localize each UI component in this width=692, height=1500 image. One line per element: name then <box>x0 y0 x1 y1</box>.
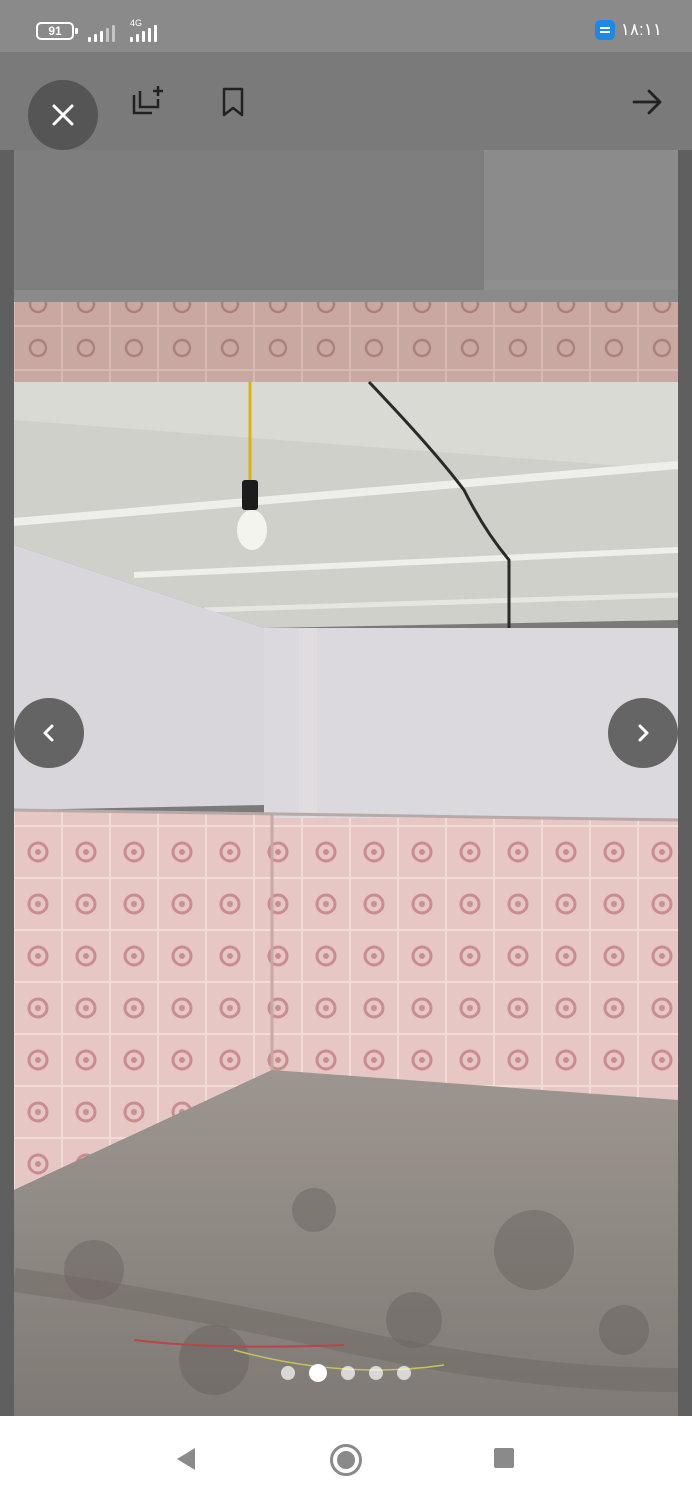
notification-app-icon <box>594 20 615 40</box>
room-photo-illustration <box>14 150 678 1416</box>
pagination-dot[interactable] <box>341 1366 355 1380</box>
pagination-dot[interactable] <box>397 1366 411 1380</box>
battery-indicator: 91 <box>36 22 78 40</box>
pagination-dot[interactable] <box>369 1366 383 1380</box>
chevron-right-icon <box>638 724 649 742</box>
previous-image-button[interactable] <box>14 698 84 768</box>
add-to-list-icon[interactable] <box>130 85 164 119</box>
gallery-left-edge <box>0 150 14 1416</box>
status-bar: 91 4G ۱۸:۱۱ <box>0 0 692 52</box>
arrow-right-icon[interactable] <box>630 85 664 119</box>
gallery-pagination <box>0 1364 692 1382</box>
next-image-button[interactable] <box>608 698 678 768</box>
chevron-left-icon <box>43 724 54 742</box>
battery-level: 91 <box>48 24 62 38</box>
signal-strength-icon-2 <box>130 22 157 42</box>
close-button[interactable] <box>28 80 98 150</box>
gallery-photo[interactable] <box>14 150 678 1416</box>
pagination-dot[interactable] <box>281 1366 295 1380</box>
recents-square-icon[interactable] <box>494 1448 514 1468</box>
pagination-dot[interactable] <box>309 1364 327 1382</box>
signal-strength-icon <box>88 22 115 42</box>
gallery-right-edge <box>678 150 692 1416</box>
status-clock: ۱۸:۱۱ <box>620 20 662 39</box>
home-circle-icon[interactable] <box>330 1444 362 1476</box>
back-triangle-icon[interactable] <box>173 1446 197 1472</box>
system-navigation-bar <box>0 1416 692 1500</box>
close-icon <box>52 104 74 126</box>
bookmark-icon[interactable] <box>216 85 250 119</box>
viewer-toolbar <box>0 52 692 150</box>
